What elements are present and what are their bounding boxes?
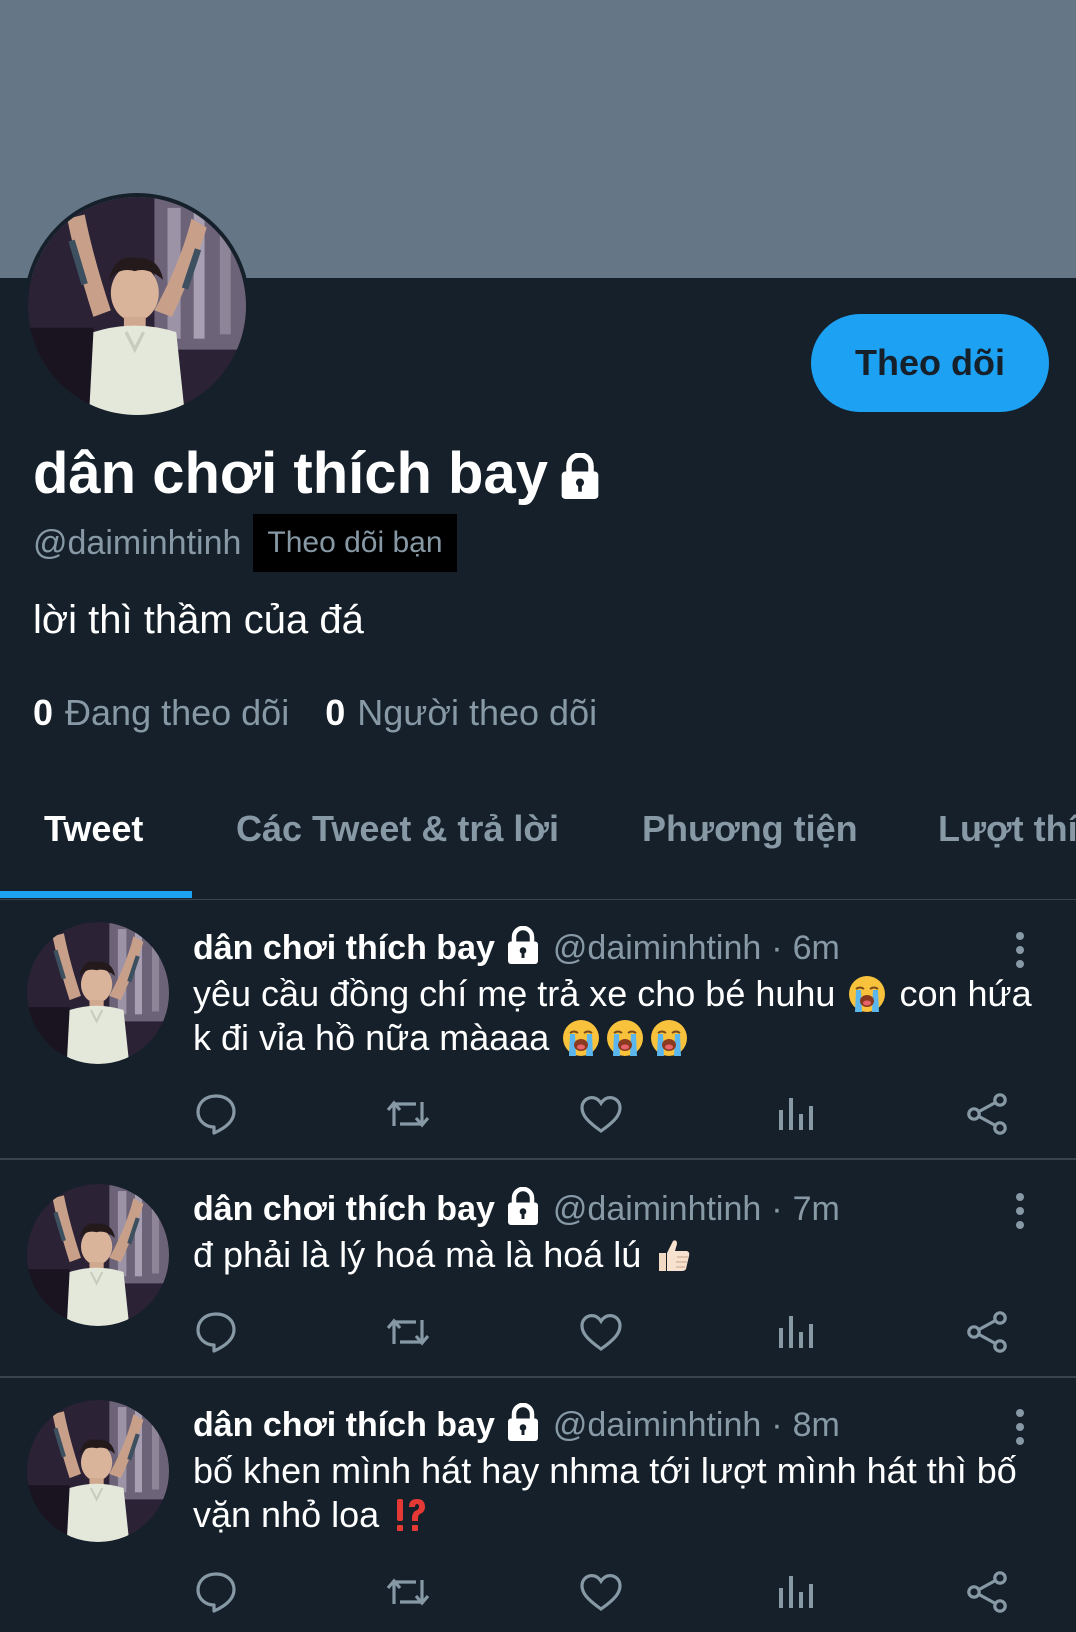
loudly-crying-face-icon — [605, 1018, 645, 1058]
tweet-author-name[interactable]: dân chơi thích bay — [193, 929, 495, 968]
tab-tweets[interactable]: Tweet — [44, 808, 143, 850]
share-button[interactable] — [964, 1568, 1012, 1616]
followers-label: Người theo dõi — [357, 692, 598, 733]
tweet-actions — [0, 1308, 1076, 1356]
reply-icon — [192, 1090, 240, 1138]
profile-avatar[interactable] — [24, 193, 250, 419]
profile-display-name: dân chơi thích bay — [33, 440, 602, 507]
analytics-button[interactable] — [771, 1308, 819, 1356]
like-icon — [577, 1308, 625, 1356]
exclamation-question-mark-icon — [391, 1495, 431, 1535]
thumbs-up-icon — [653, 1235, 693, 1275]
share-button[interactable] — [964, 1090, 1012, 1138]
share-icon — [964, 1308, 1012, 1356]
profile-stats: 0 Đang theo dõi 0 Người theo dõi — [33, 692, 633, 734]
tweet-text: bố khen mình hát hay nhma tới lượt mình … — [193, 1449, 1053, 1537]
tweet-author-name[interactable]: dân chơi thích bay — [193, 1190, 495, 1229]
avatar-image — [28, 197, 246, 415]
tweet-separator: · — [771, 929, 783, 967]
retweet-button[interactable] — [384, 1568, 432, 1616]
reply-icon — [192, 1308, 240, 1356]
profile-bio: lời thì thầm của đá — [33, 598, 364, 642]
display-name-text: dân chơi thích bay — [33, 441, 548, 506]
profile-tabs: Tweet Các Tweet & trả lời Phương tiện Lư… — [0, 790, 1076, 900]
tab-tweets-and-replies[interactable]: Các Tweet & trả lời — [236, 808, 559, 850]
analytics-button[interactable] — [771, 1090, 819, 1138]
followers-count: 0 — [325, 692, 346, 733]
avatar-image — [27, 1400, 169, 1542]
analytics-button[interactable] — [771, 1568, 819, 1616]
avatar-image — [27, 1184, 169, 1326]
retweet-icon — [384, 1308, 432, 1356]
tweet-actions — [0, 1090, 1076, 1138]
lock-icon — [505, 926, 541, 966]
share-icon — [964, 1090, 1012, 1138]
tweet-avatar[interactable] — [27, 1184, 169, 1326]
more-options-icon[interactable] — [1008, 1191, 1032, 1231]
like-button[interactable] — [577, 1308, 625, 1356]
divider — [0, 1376, 1076, 1378]
tweet-time[interactable]: 8m — [793, 1406, 840, 1445]
tweet-text-part: bố khen mình hát hay nhma tới lượt mình … — [193, 1450, 1017, 1535]
follow-button[interactable]: Theo dõi — [811, 314, 1049, 412]
tweet-avatar[interactable] — [27, 1400, 169, 1542]
tweet-header: dân chơi thích bay @daiminhtinh · 6m — [193, 929, 840, 968]
reply-icon — [192, 1568, 240, 1616]
like-button[interactable] — [577, 1090, 625, 1138]
tweet-author-handle[interactable]: @daiminhtinh — [553, 1190, 761, 1229]
share-button[interactable] — [964, 1308, 1012, 1356]
analytics-icon — [771, 1568, 819, 1616]
following-label: Đang theo dõi — [65, 692, 290, 733]
tweet-text: yêu cầu đồng chí mẹ trả xe cho bé huhu c… — [193, 972, 1053, 1060]
share-icon — [964, 1568, 1012, 1616]
avatar-image — [27, 922, 169, 1064]
analytics-icon — [771, 1308, 819, 1356]
lock-icon — [505, 1187, 541, 1227]
tweet-author-handle[interactable]: @daiminhtinh — [553, 1406, 761, 1445]
profile-handle: @daiminhtinh — [33, 523, 242, 562]
divider — [0, 1158, 1076, 1160]
tab-media[interactable]: Phương tiện — [642, 808, 858, 850]
more-options-icon[interactable] — [1008, 1407, 1032, 1447]
lock-icon — [505, 1403, 541, 1443]
retweet-icon — [384, 1568, 432, 1616]
tweet-actions — [0, 1568, 1076, 1616]
reply-button[interactable] — [192, 1568, 240, 1616]
tweet-text-part: đ phải là lý hoá mà là hoá lú — [193, 1234, 642, 1275]
tweet-time[interactable]: 7m — [793, 1190, 840, 1229]
tweet-separator: · — [771, 1406, 783, 1444]
follows-you-badge: Theo dõi bạn — [253, 514, 457, 572]
tweet-header: dân chơi thích bay @daiminhtinh · 8m — [193, 1406, 840, 1445]
tweet-text: đ phải là lý hoá mà là hoá lú — [193, 1233, 1053, 1277]
tweet-author-name[interactable]: dân chơi thích bay — [193, 1406, 495, 1445]
like-icon — [577, 1568, 625, 1616]
tweet-separator: · — [771, 1190, 783, 1228]
tab-likes[interactable]: Lượt thíc — [938, 808, 1076, 850]
following-count: 0 — [33, 692, 54, 733]
retweet-button[interactable] — [384, 1308, 432, 1356]
retweet-icon — [384, 1090, 432, 1138]
followers-stat[interactable]: 0 Người theo dõi — [325, 692, 597, 734]
analytics-icon — [771, 1090, 819, 1138]
following-stat[interactable]: 0 Đang theo dõi — [33, 692, 289, 734]
reply-button[interactable] — [192, 1308, 240, 1356]
tweet-author-handle[interactable]: @daiminhtinh — [553, 929, 761, 968]
tweet-text-part: yêu cầu đồng chí mẹ trả xe cho bé huhu — [193, 973, 836, 1014]
like-icon — [577, 1090, 625, 1138]
more-options-icon[interactable] — [1008, 930, 1032, 970]
tweet-header: dân chơi thích bay @daiminhtinh · 7m — [193, 1190, 840, 1229]
handle-row: @daiminhtinh Theo dõi bạn — [33, 514, 457, 572]
lock-icon — [558, 453, 602, 501]
reply-button[interactable] — [192, 1090, 240, 1138]
loudly-crying-face-icon — [649, 1018, 689, 1058]
like-button[interactable] — [577, 1568, 625, 1616]
loudly-crying-face-icon — [561, 1018, 601, 1058]
tweet-time[interactable]: 6m — [793, 929, 840, 968]
retweet-button[interactable] — [384, 1090, 432, 1138]
loudly-crying-face-icon — [847, 974, 887, 1014]
active-tab-indicator — [0, 891, 192, 898]
tweet-avatar[interactable] — [27, 922, 169, 1064]
